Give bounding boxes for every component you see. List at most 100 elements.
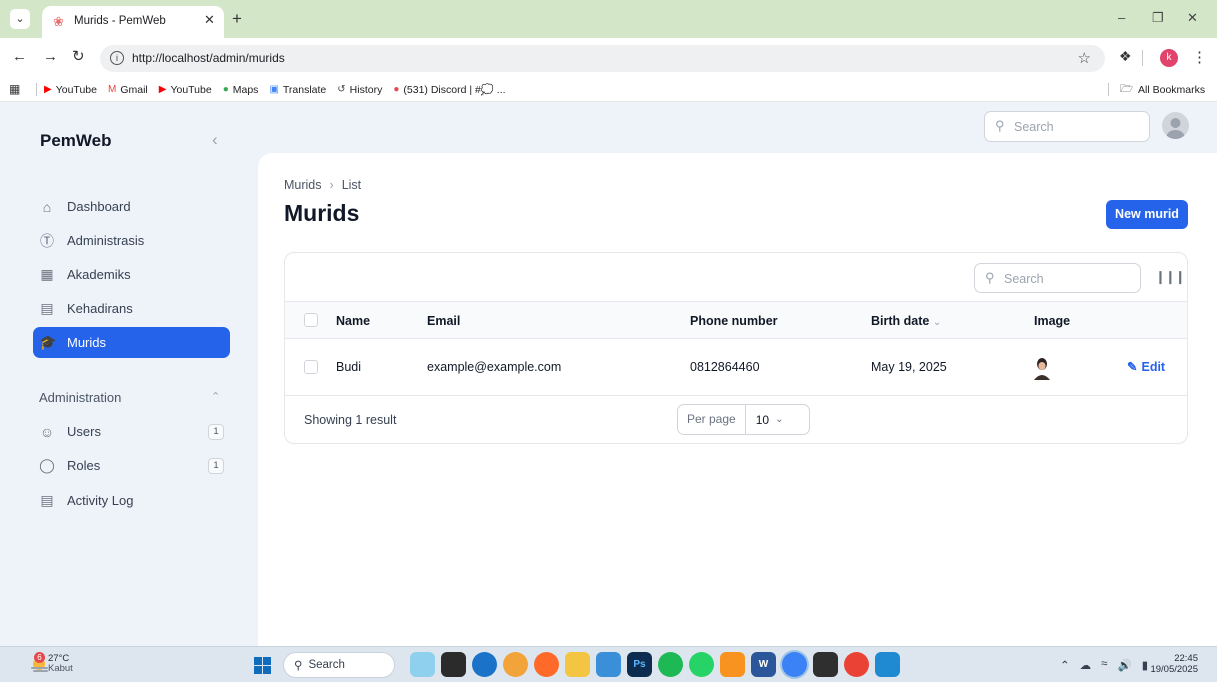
apps-grid-icon[interactable]: ▦ — [9, 82, 20, 96]
bookmark-item[interactable]: ● Maps — [223, 84, 259, 96]
sort-chevron-down-icon[interactable]: ⌄ — [933, 317, 941, 328]
sidebar-item-users[interactable]: ☺ Users 1 — [33, 416, 230, 447]
cell-name: Budi — [336, 360, 362, 374]
bookmark-label: YouTube — [55, 83, 97, 96]
table-row[interactable]: Budi example@example.com 0812864460 May … — [285, 339, 1187, 396]
firefox-app-icon[interactable] — [534, 652, 559, 677]
onedrive-cloud-icon[interactable]: ☁ — [1080, 658, 1092, 672]
browser-tab[interactable]: ❀ Murids - PemWeb ✕ — [42, 6, 224, 38]
per-page-select[interactable]: Per page 10 ⌄ — [677, 404, 810, 435]
sidebar-item-roles[interactable]: ◯ Roles 1 — [33, 450, 230, 481]
row-checkbox[interactable] — [304, 360, 318, 374]
word-app-icon[interactable]: W — [751, 652, 776, 677]
wifi-icon[interactable]: ≈ — [1101, 658, 1107, 672]
site-info-icon[interactable]: i — [110, 51, 124, 65]
sidebar-item-label: Users — [67, 424, 101, 439]
tab-search-chevron-icon[interactable]: ⌄ — [10, 9, 30, 29]
store-app-icon[interactable] — [596, 652, 621, 677]
column-birth-date[interactable]: Birth date ⌄ — [871, 314, 941, 328]
bookmark-item[interactable]: ▣ Translate — [269, 84, 326, 96]
collapse-sidebar-chevron-icon[interactable]: ‹ — [212, 130, 218, 150]
count-badge: 1 — [208, 424, 224, 440]
table-search-placeholder: Search — [1004, 272, 1044, 286]
restore-icon[interactable]: ❐ — [1152, 10, 1164, 26]
global-search[interactable]: ⚲ Search — [984, 111, 1150, 142]
column-email[interactable]: Email — [427, 314, 460, 328]
select-all-checkbox[interactable] — [304, 313, 318, 327]
chevron-up-icon[interactable]: ⌃ — [211, 390, 220, 403]
history-icon: ↺ — [337, 83, 346, 95]
table-search-input[interactable]: ⚲ Search — [974, 263, 1141, 293]
reload-icon[interactable]: ↻ — [72, 48, 85, 66]
blender-app-icon[interactable] — [720, 652, 745, 677]
browser-tab-strip: ⌄ ❀ Murids - PemWeb ✕ + – ❐ ✕ — [0, 0, 1217, 38]
edge-app-icon[interactable] — [472, 652, 497, 677]
forward-arrow-icon[interactable]: → — [43, 48, 58, 66]
windows-start-icon[interactable] — [254, 657, 271, 674]
system-tray: ⌃ ☁ ≈ 🔊 ▮ — [1060, 658, 1148, 672]
chrome-app-icon[interactable] — [782, 652, 807, 677]
minimize-icon[interactable]: – — [1118, 10, 1125, 26]
new-murid-button[interactable]: New murid — [1106, 200, 1188, 229]
new-tab-plus-icon[interactable]: + — [232, 10, 242, 27]
taskbar-search[interactable]: ⚲ Search — [283, 652, 395, 678]
bookmark-item[interactable]: ↺ History — [337, 84, 382, 96]
sidebar-item-label: Roles — [67, 458, 101, 473]
whatsapp-app-icon[interactable] — [689, 652, 714, 677]
brand-logo-text[interactable]: PemWeb — [40, 131, 112, 151]
browser-menu-kebab-icon[interactable]: ⋮ — [1192, 48, 1207, 66]
weather-widget[interactable]: 27°C Kabut — [48, 654, 73, 674]
system-clock[interactable]: 22:45 19/05/2025 — [1148, 653, 1198, 675]
pinned-apps: Ps W — [410, 652, 900, 677]
all-bookmarks[interactable]: 🗁 All Bookmarks — [1108, 77, 1205, 102]
column-name[interactable]: Name — [336, 314, 370, 328]
column-phone-number[interactable]: Phone number — [690, 314, 778, 328]
vscode-app-icon[interactable] — [875, 652, 900, 677]
volume-icon[interactable]: 🔊 — [1117, 658, 1131, 672]
bookmark-label: Maps — [232, 83, 259, 96]
sidebar-item-administrasis[interactable]: Ⓣ Administrasis — [33, 225, 230, 256]
bookmark-star-icon[interactable]: ☆ — [1078, 49, 1091, 67]
file-explorer-icon[interactable] — [565, 652, 590, 677]
toolbar-divider — [1142, 50, 1143, 66]
extensions-puzzle-icon[interactable]: ❖ — [1119, 48, 1132, 65]
profile-avatar[interactable]: k — [1160, 49, 1178, 67]
nav-group-administration[interactable]: Administration — [39, 390, 121, 405]
widgets-app-icon[interactable] — [410, 652, 435, 677]
copilot-app-icon[interactable] — [503, 652, 528, 677]
sidebar-item-akademiks[interactable]: ▦ Akademiks — [33, 259, 230, 290]
tray-chevron-up-icon[interactable]: ⌃ — [1060, 658, 1070, 672]
toggle-columns-icon[interactable]: ❙❙❙ — [1155, 269, 1186, 285]
address-url[interactable]: http://localhost/admin/murids — [132, 51, 285, 65]
edit-row-button[interactable]: ✎ Edit — [1127, 359, 1165, 375]
breadcrumb-murids[interactable]: Murids — [284, 178, 322, 192]
address-bar[interactable]: i http://localhost/admin/murids ☆ — [100, 45, 1105, 72]
bookmark-item[interactable]: ▶ YouTube — [159, 84, 212, 96]
terminal-app-icon[interactable] — [813, 652, 838, 677]
sidebar-item-activity-log[interactable]: ▤ Activity Log — [33, 485, 230, 516]
window-close-icon[interactable]: ✕ — [1187, 10, 1198, 26]
column-image: Image — [1034, 314, 1071, 328]
chrome-profile-app-icon[interactable] — [844, 652, 869, 677]
spotify-app-icon[interactable] — [658, 652, 683, 677]
bookmark-item[interactable]: ● (531) Discord | #💭 ... — [393, 83, 505, 96]
back-arrow-icon[interactable]: ← — [12, 48, 27, 66]
youtube-icon: ▶ — [44, 83, 52, 95]
breadcrumb-chevron-icon: › — [329, 178, 334, 192]
task-view-icon[interactable] — [441, 652, 466, 677]
clock-time: 22:45 — [1174, 653, 1198, 664]
tab-close-icon[interactable]: ✕ — [204, 12, 215, 28]
sidebar-item-kehadirans[interactable]: ▤ Kehadirans — [33, 293, 230, 324]
bookmark-item[interactable]: ▶ YouTube — [44, 84, 97, 96]
photoshop-app-icon[interactable]: Ps — [627, 652, 652, 677]
search-icon: ⚲ — [995, 118, 1005, 133]
sidebar-item-murids[interactable]: 🎓 Murids — [33, 327, 230, 358]
sidebar-item-dashboard[interactable]: ⌂ Dashboard — [33, 191, 230, 222]
result-count: Showing 1 result — [304, 413, 397, 427]
bookmark-item[interactable]: M Gmail — [108, 84, 148, 96]
main-content: Murids › List Murids New murid ⚲ Search … — [258, 153, 1217, 646]
user-avatar[interactable] — [1162, 112, 1189, 139]
sidebar-item-label: Dashboard — [67, 199, 131, 214]
folder-icon: 🗁 — [1120, 82, 1134, 95]
users-icon: ☺ — [39, 423, 55, 440]
